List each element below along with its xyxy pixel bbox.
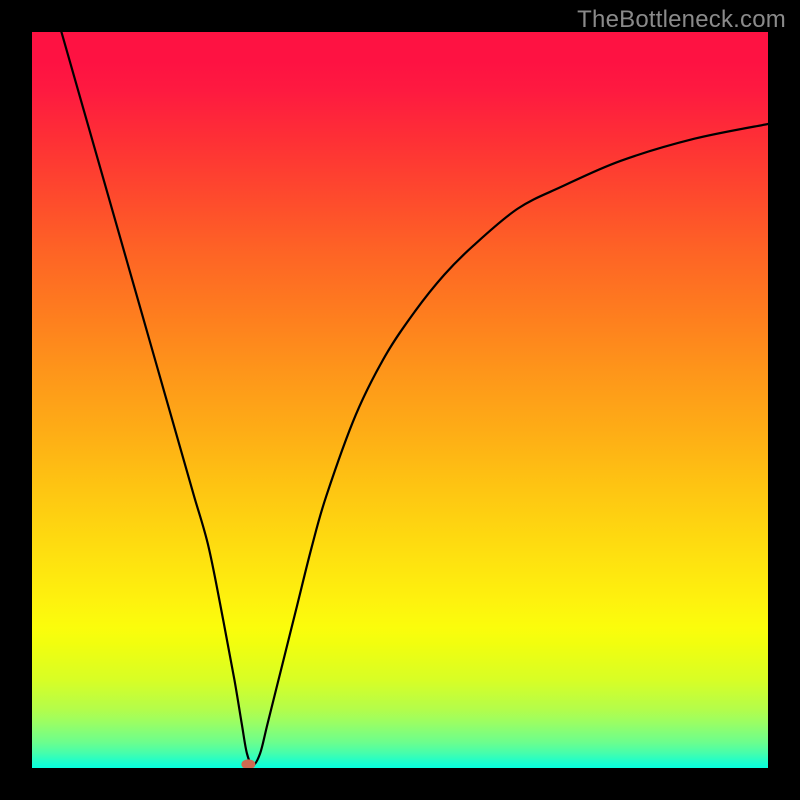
chart-svg <box>32 32 768 768</box>
chart-frame: TheBottleneck.com <box>0 0 800 800</box>
watermark-text: TheBottleneck.com <box>577 6 786 34</box>
gradient-plot-area <box>32 32 768 768</box>
optimum-marker <box>241 759 255 768</box>
bottleneck-curve <box>61 32 768 765</box>
